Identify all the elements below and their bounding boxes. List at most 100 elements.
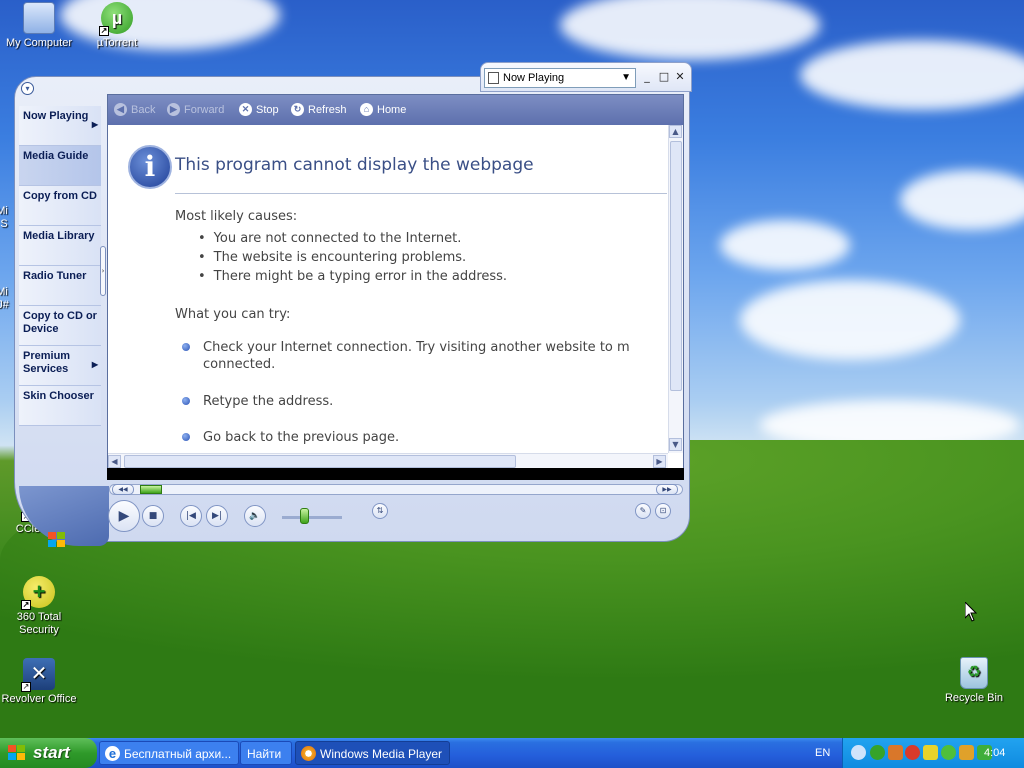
clock[interactable]: 4:04 (984, 738, 1005, 768)
video-area (107, 468, 684, 480)
sidebar-item-label: Radio Tuner (23, 270, 87, 282)
home-icon: ⌂ (360, 103, 373, 116)
refresh-button[interactable]: ↻ Refresh (291, 103, 347, 117)
equalizer-icon[interactable]: ✎ (635, 503, 651, 519)
shortcut-arrow-icon: ↗ (21, 682, 31, 692)
page-title: This program cannot display the webpage (175, 155, 534, 175)
horizontal-scrollbar[interactable]: ◀ ▶ (108, 453, 668, 469)
taskbar-sidebar: Now Playing ▶ Media Guide Copy from CD M… (19, 106, 101, 486)
start-button[interactable]: start (0, 738, 97, 768)
fast-forward-icon[interactable]: ▶▶ (656, 484, 678, 495)
recycle-bin-icon: ♻ (960, 657, 988, 689)
sidebar-item-copy-from-cd[interactable]: Copy from CD (19, 186, 101, 226)
sidebar-item-label: Skin Chooser (23, 390, 94, 402)
list-item: There might be a typing error in the add… (198, 267, 507, 286)
taskbar-button-search[interactable]: Найти (240, 741, 292, 765)
stop-playback-button[interactable]: ■ (142, 505, 164, 527)
seek-progress[interactable] (140, 485, 162, 494)
taskbar: start e Бесплатный архи... Найти Windows… (0, 738, 1024, 768)
volume-slider[interactable] (300, 508, 309, 524)
search-tray-icon[interactable] (959, 745, 974, 760)
sidebar-item-media-library[interactable]: Media Library (19, 226, 101, 266)
now-playing-select[interactable]: Now Playing ▼ (484, 68, 636, 88)
minimize-button[interactable]: _ (640, 71, 654, 85)
causes-list: You are not connected to the Internet. T… (198, 229, 507, 286)
playlist-icon (488, 72, 499, 84)
shortcut-arrow-icon: ↗ (99, 26, 109, 36)
info-icon: i (128, 145, 172, 189)
try-item: Retype the address. (182, 393, 333, 410)
seek-bar[interactable] (109, 484, 683, 495)
desktop-icon-my-computer[interactable]: My Computer (0, 2, 79, 50)
scroll-up-button[interactable]: ▲ (669, 125, 682, 138)
stop-button[interactable]: ✕ Stop (239, 103, 279, 117)
sidebar-item-radio-tuner[interactable]: Radio Tuner (19, 266, 101, 306)
mouse-cursor-icon (965, 602, 977, 622)
sidebar-item-label: Premium Services (23, 350, 71, 375)
desktop-icon-revolver-office[interactable]: ✕ ↗ Revolver Office (0, 658, 79, 706)
wmp-icon (301, 746, 316, 761)
shortcut-arrow-icon: ↗ (21, 600, 31, 610)
desktop-icon-utorrent[interactable]: µ ↗ µTorrent (77, 2, 157, 50)
home-button[interactable]: ⌂ Home (360, 103, 406, 117)
scroll-right-button[interactable]: ▶ (653, 455, 666, 468)
scroll-left-button[interactable]: ◀ (108, 455, 121, 468)
play-button[interactable]: ▶ (108, 500, 140, 532)
maximize-button[interactable]: □ (657, 71, 671, 85)
ie-icon: e (105, 746, 120, 761)
app-menu-button[interactable]: ▾ (21, 82, 34, 95)
messenger-icon[interactable] (923, 745, 938, 760)
cloud (800, 40, 1024, 110)
windows-logo-icon (48, 532, 65, 547)
causes-heading: Most likely causes: (175, 209, 298, 224)
sidebar-item-now-playing[interactable]: Now Playing ▶ (19, 106, 101, 146)
scrollbar-thumb[interactable] (124, 455, 516, 468)
try-item[interactable]: Go back to the previous page. (182, 429, 399, 446)
refresh-icon: ↻ (291, 103, 304, 116)
compact-mode-icon[interactable]: ⊡ (655, 503, 671, 519)
wmp-window: Now Playing ▼ _ □ ✕ ▾ Now Playing ▶ Medi… (14, 62, 692, 547)
list-item: You are not connected to the Internet. (198, 229, 507, 248)
360-tray-icon[interactable] (941, 745, 956, 760)
mute-button[interactable]: 🔈 (244, 505, 266, 527)
chevron-right-icon: ▶ (91, 360, 98, 369)
media-guide-browser: ◀ Back ▶ Forward ✕ Stop ↻ Refresh ⌂ Home… (107, 94, 684, 474)
sidebar-item-label: Copy from CD (23, 190, 97, 202)
taskbar-button-wmp[interactable]: Windows Media Player (295, 741, 450, 765)
360-security-icon: + ↗ (21, 576, 55, 610)
computer-icon (23, 2, 55, 34)
sidebar-item-label: Media Guide (23, 150, 89, 162)
next-track-button[interactable]: ▶| (206, 505, 228, 527)
shuffle-icon[interactable]: ⇅ (372, 503, 388, 519)
forward-button[interactable]: ▶ Forward (167, 103, 224, 117)
forward-arrow-icon: ▶ (167, 103, 180, 116)
bullet-icon (182, 343, 190, 351)
sidebar-collapse-handle[interactable]: › (100, 246, 106, 296)
sidebar-item-media-guide[interactable]: Media Guide (19, 146, 101, 186)
browser-nav-bar: ◀ Back ▶ Forward ✕ Stop ↻ Refresh ⌂ Home (108, 95, 683, 125)
desktop-icon-recycle-bin[interactable]: ♻ Recycle Bin (934, 657, 1014, 705)
sidebar-item-copy-to-cd[interactable]: Copy to CD or Device (19, 306, 101, 346)
utorrent-tray-icon[interactable] (870, 745, 885, 760)
taskbar-button-browser[interactable]: e Бесплатный архи... (99, 741, 239, 765)
volume-track[interactable] (282, 516, 342, 519)
language-indicator[interactable]: EN (815, 738, 830, 768)
chevron-left-icon[interactable] (851, 745, 866, 760)
divider (175, 193, 667, 194)
revolver-office-icon: ✕ ↗ (21, 658, 55, 692)
previous-track-button[interactable]: |◀ (180, 505, 202, 527)
back-button[interactable]: ◀ Back (114, 103, 155, 117)
security-alert-icon[interactable] (905, 745, 920, 760)
now-playing-select-label: Now Playing (503, 72, 565, 84)
sidebar-item-skin-chooser[interactable]: Skin Chooser (19, 386, 101, 426)
vertical-scrollbar[interactable]: ▲ ▼ (668, 125, 683, 453)
scroll-down-button[interactable]: ▼ (669, 438, 682, 451)
rewind-icon[interactable]: ◀◀ (112, 484, 134, 495)
scrollbar-thumb[interactable] (670, 141, 682, 391)
desktop-icon-360-total-security[interactable]: + ↗ 360 Total Security (0, 576, 79, 637)
chevron-down-icon: ▼ (621, 72, 631, 83)
cloud (740, 280, 960, 360)
close-button[interactable]: ✕ (673, 71, 687, 85)
sidebar-item-premium-services[interactable]: Premium Services ▶ (19, 346, 101, 386)
network-icon[interactable] (888, 745, 903, 760)
